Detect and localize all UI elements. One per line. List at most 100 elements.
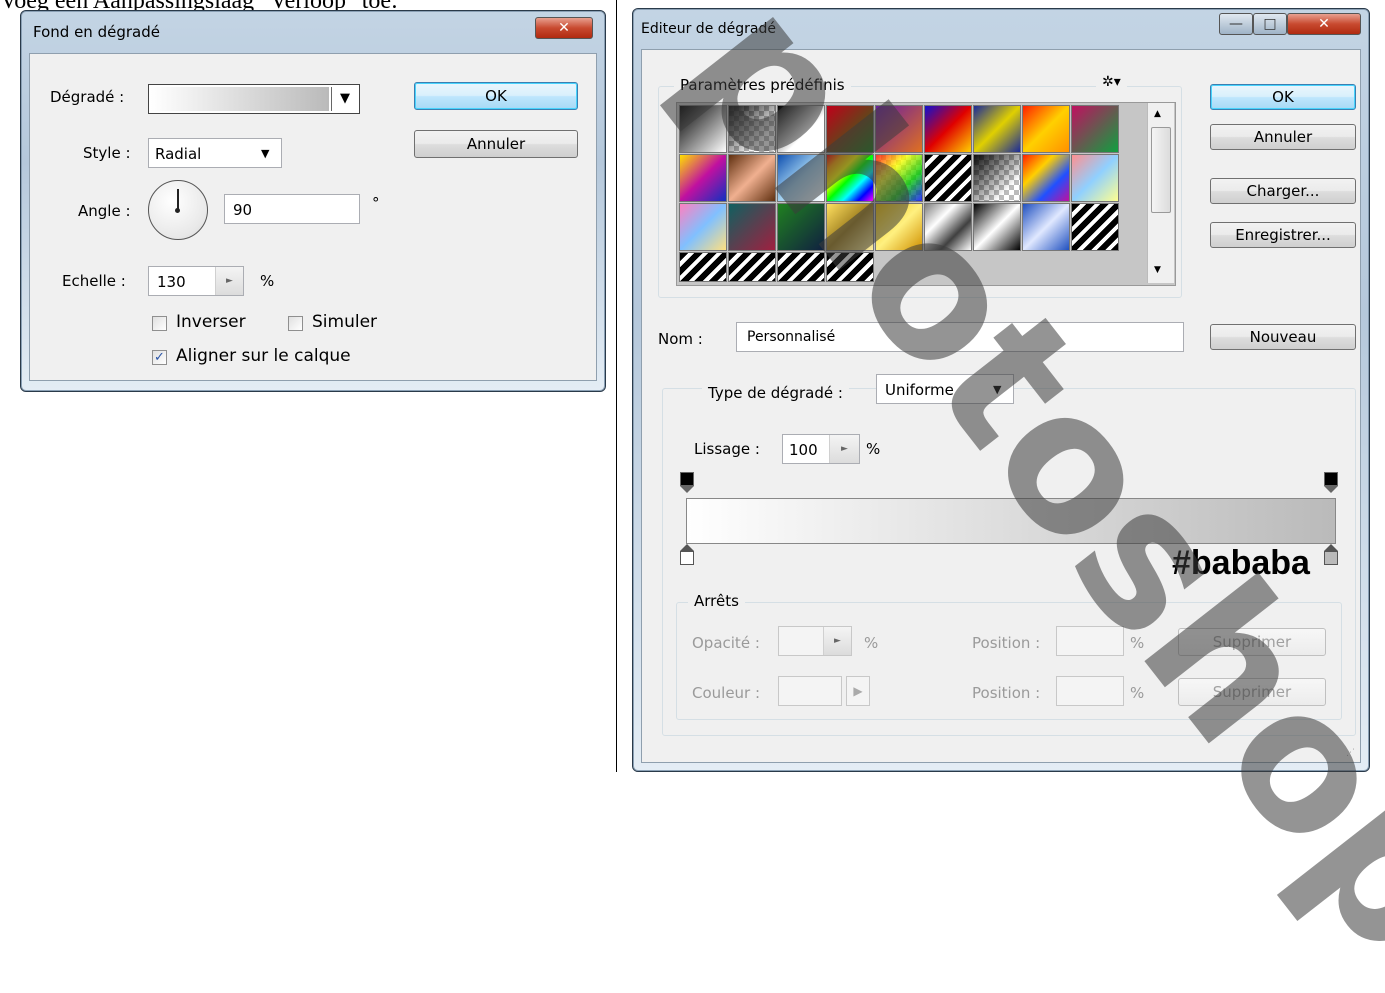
preset-swatch[interactable]	[973, 154, 1021, 202]
gradient-fill-dialog: Fond en dégradé ✕ Dégradé : ▼ Style : Ra…	[20, 10, 606, 392]
preset-swatch[interactable]	[973, 203, 1021, 251]
preset-swatch[interactable]	[679, 105, 727, 153]
degree-symbol: °	[372, 194, 380, 212]
new-button[interactable]: Nouveau	[1210, 324, 1356, 350]
preset-swatch[interactable]	[826, 252, 874, 282]
color-stop-right[interactable]	[1324, 544, 1338, 568]
color-label: Couleur :	[692, 684, 761, 702]
gradient-label: Dégradé :	[50, 88, 125, 106]
preset-swatch[interactable]	[826, 105, 874, 153]
preset-swatch[interactable]	[1071, 203, 1119, 251]
color-stop-left[interactable]	[680, 544, 694, 568]
preset-swatch[interactable]	[1022, 154, 1070, 202]
scroll-up-icon[interactable]: ▲	[1154, 109, 1161, 119]
opacity-input[interactable]: ►	[778, 626, 852, 656]
preset-swatch[interactable]	[728, 105, 776, 153]
scroll-down-icon[interactable]: ▼	[1154, 265, 1161, 275]
opacity-slider-button[interactable]: ►	[823, 627, 851, 655]
preset-swatch[interactable]	[924, 105, 972, 153]
stop-color-annotation: #bababa	[1172, 544, 1310, 582]
angle-value: 90	[233, 201, 253, 219]
presets-label: Paramètres prédéfinis	[674, 76, 851, 94]
scale-label: Echelle :	[62, 272, 126, 290]
preset-swatch[interactable]	[924, 203, 972, 251]
color-position-label: Position :	[972, 684, 1041, 702]
preset-swatch[interactable]	[728, 203, 776, 251]
chevron-right-icon: ►	[841, 444, 848, 454]
resize-grip-icon[interactable]: ⋰	[1346, 748, 1355, 758]
preset-swatch[interactable]	[777, 203, 825, 251]
preset-swatch[interactable]	[777, 154, 825, 202]
dither-checkbox[interactable]	[288, 316, 303, 331]
reverse-label: Inverser	[176, 312, 246, 332]
close-button[interactable]: ✕	[1287, 13, 1361, 35]
preset-swatch[interactable]	[777, 252, 825, 282]
ok-button[interactable]: OK	[414, 82, 578, 110]
delete-color-stop-button[interactable]: Supprimer	[1178, 678, 1326, 706]
scrollbar-thumb[interactable]	[1151, 127, 1171, 213]
reverse-checkbox[interactable]	[152, 316, 167, 331]
color-position-input[interactable]	[1056, 676, 1124, 706]
angle-dial[interactable]	[148, 180, 208, 240]
opacity-stop-right[interactable]	[1324, 472, 1338, 494]
presets-scrollbar[interactable]: ▲ ▼	[1147, 103, 1174, 283]
style-select[interactable]: Radial ▼	[148, 138, 282, 168]
dialog-title: Fond en dégradé	[33, 23, 160, 41]
smoothness-label: Lissage :	[694, 440, 760, 458]
opacity-stop-left[interactable]	[680, 472, 694, 494]
minimize-icon: —	[1229, 16, 1243, 32]
preset-swatch[interactable]	[728, 154, 776, 202]
preset-swatch[interactable]	[679, 252, 727, 282]
gradient-picker[interactable]: ▼	[148, 84, 360, 114]
close-button[interactable]: ✕	[535, 17, 593, 39]
scale-percent: %	[260, 272, 275, 290]
ok-button[interactable]: OK	[1210, 84, 1356, 110]
preset-swatch[interactable]	[1022, 105, 1070, 153]
align-checkbox[interactable]: ✓	[152, 350, 167, 365]
gradient-fill-client: Dégradé : ▼ Style : Radial ▼ Angle : 90 …	[29, 53, 597, 381]
type-select[interactable]: Uniforme ▼	[876, 374, 1014, 404]
smoothness-slider-button[interactable]: ►	[829, 435, 859, 463]
opacity-label: Opacité :	[692, 634, 760, 652]
preset-swatch[interactable]	[875, 203, 923, 251]
minimize-button[interactable]: —	[1219, 13, 1253, 35]
preset-swatch[interactable]	[728, 252, 776, 282]
presets-panel: ▲ ▼	[676, 102, 1176, 286]
preset-swatch[interactable]	[679, 154, 727, 202]
cancel-button[interactable]: Annuler	[414, 130, 578, 158]
angle-input[interactable]: 90	[224, 194, 360, 224]
align-label: Aligner sur le calque	[176, 346, 351, 366]
preset-swatch[interactable]	[875, 105, 923, 153]
maximize-button[interactable]: □	[1253, 13, 1287, 35]
preset-swatch[interactable]	[826, 154, 874, 202]
preset-swatch[interactable]	[826, 203, 874, 251]
opacity-position-input[interactable]	[1056, 626, 1124, 656]
scale-slider-button[interactable]: ►	[215, 267, 243, 295]
scale-value: 130	[157, 273, 186, 291]
color-position-percent: %	[1130, 684, 1145, 702]
color-menu-button[interactable]: ▶	[846, 676, 870, 706]
preset-swatch[interactable]	[875, 154, 923, 202]
gradient-bar[interactable]	[686, 498, 1336, 544]
chevron-down-icon: ▼	[261, 147, 270, 160]
gear-icon[interactable]: ✲▾	[1096, 74, 1127, 90]
preset-swatch[interactable]	[1071, 105, 1119, 153]
preset-swatch[interactable]	[1071, 154, 1119, 202]
preset-swatch[interactable]	[777, 105, 825, 153]
opacity-position-label: Position :	[972, 634, 1041, 652]
chevron-down-icon[interactable]: ▼	[331, 87, 358, 111]
load-button[interactable]: Charger...	[1210, 178, 1356, 204]
cancel-button[interactable]: Annuler	[1210, 124, 1356, 150]
preset-swatch[interactable]	[679, 203, 727, 251]
name-input[interactable]: Personnalisé	[736, 322, 1184, 352]
stop-color-swatch[interactable]	[778, 676, 842, 706]
smoothness-input[interactable]: 100 ►	[782, 434, 860, 464]
save-button[interactable]: Enregistrer...	[1210, 222, 1356, 248]
scale-input[interactable]: 130 ►	[148, 266, 244, 296]
preset-swatch[interactable]	[924, 154, 972, 202]
preset-swatch[interactable]	[1022, 203, 1070, 251]
type-label: Type de dégradé :	[702, 384, 849, 402]
gradient-editor-titlebar: Editeur de dégradé — □ ✕	[633, 9, 1369, 51]
delete-opacity-stop-button[interactable]: Supprimer	[1178, 628, 1326, 656]
preset-swatch[interactable]	[973, 105, 1021, 153]
